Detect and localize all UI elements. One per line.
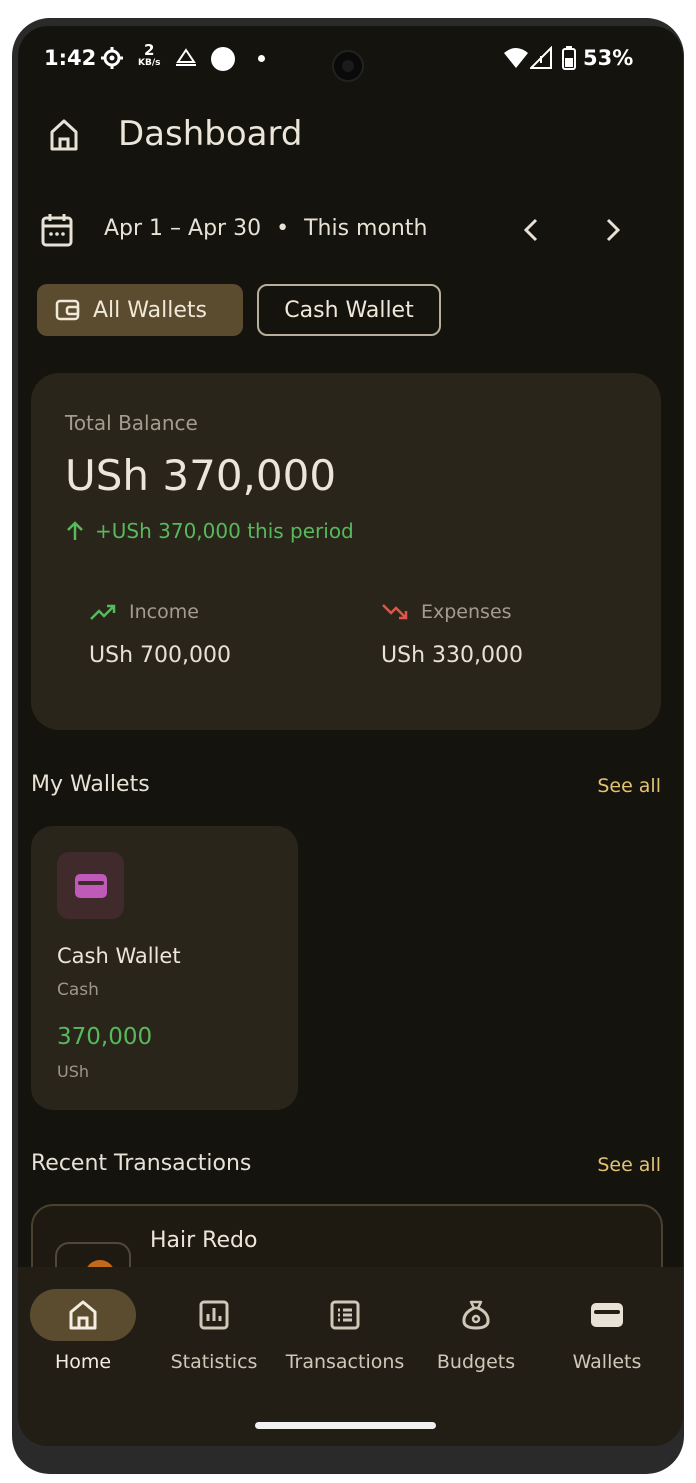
cash-wallet-chip[interactable]: Cash Wallet bbox=[257, 284, 441, 336]
app-screen: 1:42 2 KB/s 53% Dashboard Apr 1 – Apr 30… bbox=[18, 26, 683, 1446]
nav-wallets[interactable]: Wallets bbox=[542, 1267, 672, 1407]
nav-statistics[interactable]: Statistics bbox=[149, 1267, 279, 1407]
income-label: Income bbox=[89, 601, 199, 623]
wallet-icon bbox=[591, 1303, 623, 1327]
app-notification-icon bbox=[176, 48, 196, 66]
home-icon[interactable] bbox=[48, 118, 80, 152]
cell-signal-icon bbox=[530, 46, 552, 69]
nav-home-pill bbox=[30, 1289, 136, 1341]
wallet-icon bbox=[55, 299, 80, 321]
all-wallets-chip[interactable]: All Wallets bbox=[37, 284, 243, 336]
date-range-text: Apr 1 – Apr 30 bbox=[104, 216, 262, 241]
more-notifications-icon bbox=[258, 55, 265, 62]
date-range-label[interactable]: Apr 1 – Apr 30 • This month bbox=[104, 216, 427, 241]
trending-down-icon bbox=[382, 604, 408, 620]
nav-budgets[interactable]: Budgets bbox=[411, 1267, 541, 1407]
my-wallets-title: My Wallets bbox=[31, 772, 150, 797]
calendar-icon[interactable] bbox=[40, 212, 74, 248]
date-period: This month bbox=[304, 216, 428, 241]
nav-transactions-pill bbox=[292, 1289, 398, 1341]
nav-wallets-pill bbox=[554, 1289, 660, 1341]
home-icon bbox=[69, 1300, 97, 1330]
nav-transactions[interactable]: Transactions bbox=[280, 1267, 410, 1407]
all-wallets-label: All Wallets bbox=[93, 297, 207, 323]
next-period-icon[interactable] bbox=[600, 216, 624, 244]
nav-statistics-label: Statistics bbox=[170, 1351, 258, 1373]
wallet-type: Cash bbox=[57, 980, 99, 1000]
net-speed: 2 KB/s bbox=[138, 43, 160, 69]
total-balance-value: USh 370,000 bbox=[65, 451, 337, 500]
wallet-card[interactable]: Cash Wallet Cash 370,000 USh bbox=[31, 826, 298, 1110]
wifi-icon bbox=[504, 48, 528, 68]
balance-change: +USh 370,000 this period bbox=[65, 519, 354, 543]
expenses-value: USh 330,000 bbox=[381, 643, 523, 668]
date-separator: • bbox=[276, 216, 290, 241]
arrow-up-icon bbox=[67, 521, 83, 540]
nav-statistics-pill bbox=[161, 1289, 267, 1341]
battery-percent: 53% bbox=[583, 46, 634, 70]
wallet-icon bbox=[74, 873, 107, 898]
nav-budgets-pill bbox=[423, 1289, 529, 1341]
nav-transactions-label: Transactions bbox=[285, 1351, 405, 1373]
page-title: Dashboard bbox=[118, 114, 303, 154]
bottom-navigation: Home Statistics Transactions Budgets Wal… bbox=[18, 1267, 683, 1446]
nav-home[interactable]: Home bbox=[18, 1267, 148, 1407]
wallet-name: Cash Wallet bbox=[57, 944, 181, 968]
expenses-label-text: Expenses bbox=[421, 601, 512, 623]
cash-wallet-chip-label: Cash Wallet bbox=[284, 297, 414, 323]
settings-gear-icon bbox=[101, 47, 123, 69]
wallet-currency: USh bbox=[57, 1062, 90, 1081]
status-bar: 1:42 2 KB/s 53% bbox=[18, 26, 683, 92]
balance-change-text: +USh 370,000 this period bbox=[95, 519, 354, 543]
net-speed-value: 2 bbox=[144, 41, 155, 59]
wallet-icon-box bbox=[57, 852, 124, 919]
expenses-label: Expenses bbox=[381, 601, 512, 623]
total-balance-card: Total Balance USh 370,000 +USh 370,000 t… bbox=[31, 373, 661, 730]
battery-icon bbox=[562, 46, 576, 70]
total-balance-label: Total Balance bbox=[65, 411, 198, 435]
bar-chart-icon bbox=[199, 1300, 229, 1330]
money-bag-icon bbox=[462, 1300, 490, 1330]
front-camera bbox=[332, 50, 364, 82]
income-label-text: Income bbox=[129, 601, 199, 623]
previous-period-icon[interactable] bbox=[520, 216, 544, 244]
status-time: 1:42 bbox=[44, 46, 97, 70]
nav-home-label: Home bbox=[54, 1351, 112, 1373]
nav-budgets-label: Budgets bbox=[436, 1351, 516, 1373]
transaction-name: Hair Redo bbox=[150, 1228, 258, 1253]
notification-dot-icon bbox=[211, 47, 235, 71]
wallet-amount: 370,000 bbox=[57, 1024, 153, 1050]
wallets-see-all-link[interactable]: See all bbox=[597, 775, 661, 797]
transactions-see-all-link[interactable]: See all bbox=[597, 1154, 661, 1176]
trending-up-icon bbox=[90, 604, 116, 620]
income-value: USh 700,000 bbox=[89, 643, 231, 668]
net-speed-unit: KB/s bbox=[138, 58, 161, 68]
nav-wallets-label: Wallets bbox=[572, 1351, 642, 1373]
recent-transactions-title: Recent Transactions bbox=[31, 1151, 252, 1176]
list-icon bbox=[330, 1300, 360, 1330]
gesture-home-bar[interactable] bbox=[255, 1422, 436, 1429]
